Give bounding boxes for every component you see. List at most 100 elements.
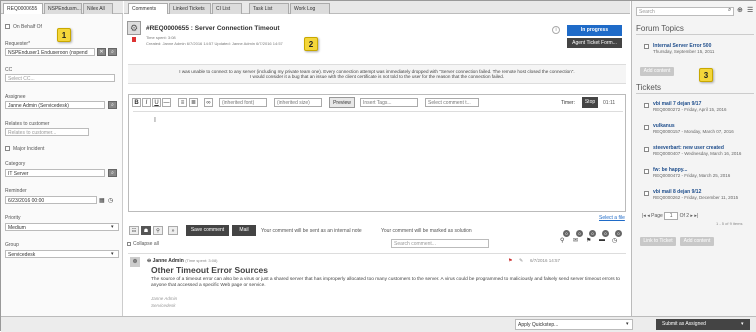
clear-icon[interactable]: ✕: [97, 48, 106, 56]
last-page-icon[interactable]: ▸|: [694, 213, 698, 219]
priority-select[interactable]: Medium: [5, 223, 119, 231]
on-behalf-checkbox[interactable]: [5, 24, 10, 29]
bullet-list-icon[interactable]: ≡: [178, 98, 187, 107]
prev-page-icon[interactable]: ◂: [647, 213, 650, 219]
clock-icon[interactable]: ◷: [612, 237, 617, 244]
tab-comments[interactable]: Comments: [128, 3, 168, 14]
search-icon[interactable]: ⌕: [728, 7, 731, 14]
ticket-item[interactable]: fw: be happy... REQ0000472 - Friday, Mar…: [653, 167, 753, 178]
numbered-list-icon[interactable]: ≣: [189, 98, 198, 107]
cc-field[interactable]: Select CC...: [5, 74, 115, 82]
pin-icon[interactable]: ⚑: [508, 258, 512, 264]
pin-icon[interactable]: ⚲: [153, 226, 163, 235]
assignee-field[interactable]: Janne Admin (Servicedesk): [5, 101, 105, 109]
ticket-checkbox[interactable]: [644, 103, 649, 108]
search-icon[interactable]: ⌕: [108, 48, 117, 56]
select-comment-select[interactable]: Select comment t...: [425, 98, 479, 107]
ticket-checkbox[interactable]: [644, 191, 649, 196]
add-content-button[interactable]: Add content: [640, 67, 674, 76]
tab-work-log[interactable]: Work Log: [290, 3, 330, 14]
comment-editor[interactable]: B I U — ≡ ≣ ∞ (inherited font) (inherite…: [128, 94, 626, 212]
user-icon[interactable]: ☗: [141, 226, 151, 235]
bold-button[interactable]: B: [132, 98, 141, 107]
lock-icon[interactable]: ✎: [519, 258, 523, 264]
group-icon[interactable]: ☷: [129, 226, 139, 235]
font-select[interactable]: (inherited font): [219, 98, 267, 107]
tab-task-list[interactable]: Task List: [249, 3, 289, 14]
italic-button[interactable]: I: [142, 98, 151, 107]
callout-2: 2: [304, 37, 318, 51]
tab-ci-list[interactable]: CI List: [212, 3, 242, 14]
forum-topic-item[interactable]: Internal Server Error 500 Thursday, Sept…: [653, 43, 753, 54]
editor-text-area[interactable]: [133, 111, 623, 209]
group-select[interactable]: Servicedesk: [5, 250, 119, 258]
info-icon[interactable]: i: [552, 26, 560, 34]
agent-ticket-form-button[interactable]: Agent Ticket Form...: [567, 38, 622, 48]
ticket-item[interactable]: vulkanus REQ0000157 - Monday, March 07, …: [653, 123, 753, 134]
count-badge: 0: [589, 230, 596, 237]
arrows-icon[interactable]: »: [168, 226, 178, 235]
ticket-item[interactable]: vbi mail 7 dejan 9/17 REQ0000272 - Frida…: [653, 101, 753, 112]
ticket-checkbox[interactable]: [644, 125, 649, 130]
status-button[interactable]: In progress: [567, 25, 622, 36]
stop-timer-button[interactable]: Stop: [582, 97, 598, 108]
search-icon[interactable]: ⌕: [108, 169, 117, 177]
calendar-icon[interactable]: ▦: [99, 197, 105, 204]
underline-button[interactable]: U: [152, 98, 161, 107]
relates-field[interactable]: Relates to customer...: [5, 128, 89, 136]
add-icon[interactable]: ⊕: [737, 6, 743, 14]
internal-note-text: Your comment will be sent as an internal…: [261, 228, 362, 234]
menu-icon[interactable]: ☰: [747, 6, 753, 14]
quickstep-select[interactable]: Apply Quickstep...: [515, 319, 633, 330]
collapse-all-checkbox[interactable]: [127, 242, 131, 246]
ticket-checkbox[interactable]: [644, 169, 649, 174]
forum-topics-heading: Forum Topics: [636, 24, 684, 33]
chevron-down-icon[interactable]: ▾: [741, 321, 744, 327]
select-file-link[interactable]: Select a file: [599, 215, 625, 221]
on-behalf-label: On Behalf Of: [13, 24, 42, 30]
requester-field[interactable]: NSPEnduser1 Enduseroon (nspend: [5, 48, 95, 56]
chevron-down-icon: ▾: [626, 321, 629, 327]
category-field[interactable]: IT Server: [5, 169, 105, 177]
pagination: |◂ ◂ Page 1 Of 2 ▸ ▸|: [642, 212, 698, 220]
save-comment-button[interactable]: Save comment: [186, 225, 229, 236]
next-page-icon[interactable]: ▸: [690, 213, 693, 219]
chevron-down-icon: ▾: [111, 224, 114, 230]
forum-checkbox[interactable]: [644, 44, 649, 49]
submit-button[interactable]: Submit as Assigned: [656, 319, 750, 330]
page-input[interactable]: 1: [664, 212, 679, 220]
collapse-all-label[interactable]: Collapse all: [133, 241, 159, 247]
ticket-item[interactable]: steeverbart: new user created REQ0000407…: [653, 145, 753, 156]
chat-icon[interactable]: ▬: [599, 237, 605, 243]
major-incident-checkbox[interactable]: [5, 146, 10, 151]
add-content-button[interactable]: Add content: [680, 237, 714, 246]
size-select[interactable]: (inherited size): [274, 98, 322, 107]
ticket-checkbox[interactable]: [644, 147, 649, 152]
link-icon[interactable]: ∞: [204, 98, 213, 107]
tab-nilex-all[interactable]: Nilex All: [83, 3, 113, 14]
pin-icon[interactable]: ⚑: [586, 237, 591, 244]
clock-icon[interactable]: ◷: [108, 197, 113, 204]
tab-ticket[interactable]: REQ0000655: [3, 3, 43, 14]
text-cursor-icon: I: [154, 117, 156, 124]
tab-user[interactable]: NSPEndusm...: [44, 3, 82, 14]
reminder-field[interactable]: 6/23/2016 00:00: [5, 196, 97, 204]
insert-tags-select[interactable]: Insert Tags...: [360, 98, 418, 107]
mail-icon[interactable]: ✉: [573, 237, 578, 244]
search-icon[interactable]: ⌕: [108, 101, 117, 109]
preview-button[interactable]: Preview: [329, 97, 355, 108]
comment-search-input[interactable]: Search comment...: [391, 239, 489, 248]
ticket-title: #REQ0000655 : Server Connection Timeout: [146, 25, 280, 32]
first-page-icon[interactable]: |◂: [642, 213, 646, 219]
sidebar-search-input[interactable]: Search: [636, 7, 734, 16]
attachment-icon[interactable]: ⚲: [560, 237, 564, 244]
ticket-item[interactable]: vbi mail 8 dejan 9/12 REQ0000262 - Frida…: [653, 189, 753, 200]
priority-label: Priority: [5, 215, 21, 221]
link-to-ticket-button[interactable]: Link to Ticket: [640, 237, 676, 246]
avatar: ☻: [130, 257, 140, 267]
mail-button[interactable]: Mail: [232, 225, 256, 236]
strikethrough-button[interactable]: —: [162, 98, 171, 107]
tab-linked-tickets[interactable]: Linked Tickets: [169, 3, 211, 14]
divider: [636, 93, 754, 94]
gear-icon[interactable]: ⚙: [127, 21, 141, 35]
